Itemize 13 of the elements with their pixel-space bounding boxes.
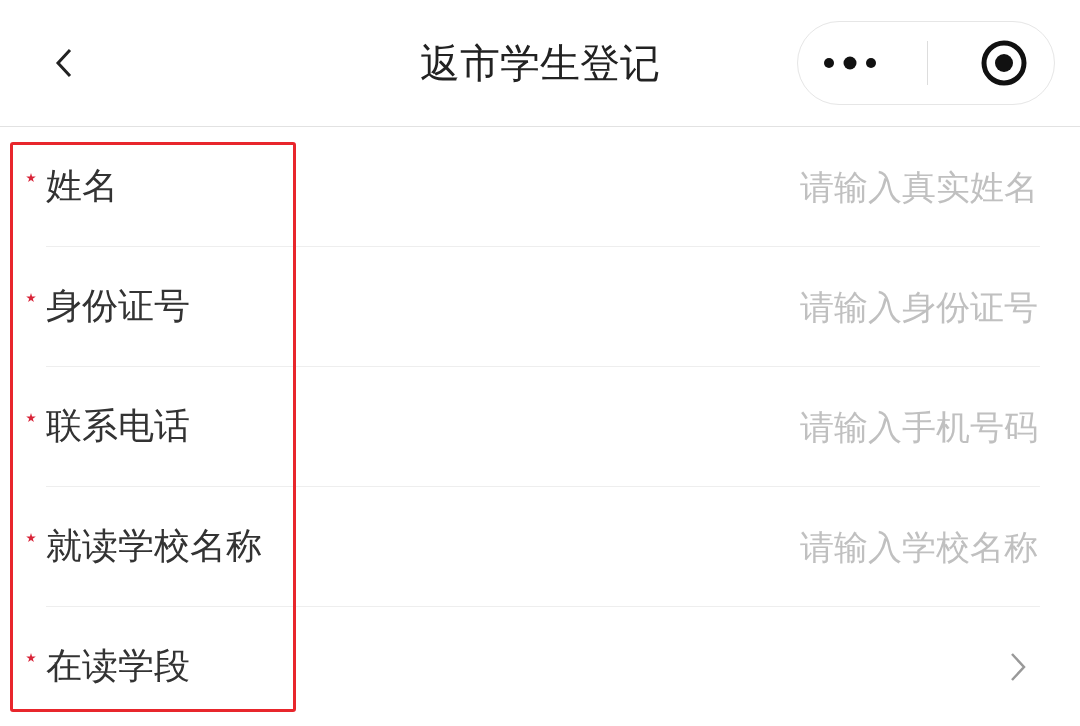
page-title: 返市学生登记: [420, 38, 660, 88]
back-icon[interactable]: [54, 47, 74, 79]
input-field[interactable]: 请输入学校名称: [282, 525, 1040, 568]
input-field[interactable]: 请输入手机号码: [210, 405, 1040, 448]
more-icon[interactable]: [823, 56, 878, 70]
input-field[interactable]: 请输入真实姓名: [138, 165, 1040, 208]
field-label: 联系电话: [46, 404, 190, 448]
field-label: 身份证号: [46, 284, 190, 328]
field-label: 就读学校名称: [46, 524, 262, 568]
field-label: 在读学段: [46, 644, 190, 688]
field-label: 姓名: [46, 164, 118, 208]
chevron-right-icon[interactable]: [1010, 651, 1026, 682]
input-field[interactable]: 请输入身份证号: [210, 285, 1040, 328]
